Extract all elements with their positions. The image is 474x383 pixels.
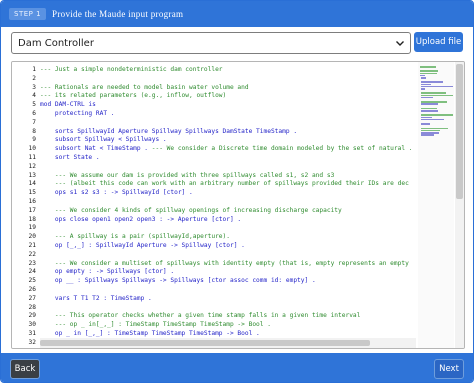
code-line[interactable]: protecting RAT .: [40, 109, 115, 118]
code-line[interactable]: op __ : Spillways Spillways -> Spillways…: [40, 276, 316, 285]
code-line[interactable]: --- We consider a multiset of spillways …: [40, 259, 409, 268]
wizard-panel: STEP 1 Provide the Maude input program D…: [0, 0, 474, 383]
code-line[interactable]: mod DAM-CTRL is: [40, 100, 96, 109]
line-number: 11: [28, 154, 36, 161]
line-number: 24: [28, 268, 36, 276]
line-number: 4: [32, 92, 36, 100]
code-line[interactable]: sorts SpillwayId Aperture Spillway Spill…: [40, 127, 297, 136]
code-area[interactable]: --- Just a simple nondeterministic dam c…: [40, 62, 416, 348]
code-line[interactable]: vars T T1 T2 : TimeStamp .: [40, 294, 152, 303]
code-line[interactable]: op _ in [_,_] : TimeStamp TimeStamp Time…: [40, 329, 260, 338]
line-number: 26: [28, 286, 36, 293]
minimap-line: [420, 66, 437, 68]
code-line[interactable]: op [_,_] : SpillwayId Aperture -> Spillw…: [40, 241, 245, 250]
line-number: 12: [28, 162, 36, 170]
horizontal-scroll-thumb[interactable]: [40, 340, 370, 346]
minimap-line: [421, 118, 445, 121]
horizontal-scrollbar[interactable]: [40, 338, 416, 348]
wizard-footer: Back Next: [1, 353, 473, 382]
line-number: 8: [32, 127, 36, 135]
line-number: 2: [32, 74, 36, 82]
code-line[interactable]: subsort Spillway < Spillways .: [40, 135, 167, 144]
code-line[interactable]: sort State .: [40, 153, 100, 162]
code-line[interactable]: --- We consider 4 kinds of spillway open…: [40, 206, 342, 215]
chevron-down-icon: [396, 41, 404, 46]
next-button[interactable]: Next: [434, 359, 464, 379]
line-number: 20: [28, 233, 36, 241]
line-number: 16: [28, 198, 36, 205]
comment-segment: --- We consider a Discrete time domain m…: [151, 145, 413, 153]
step-title: Provide the Maude input program: [52, 9, 184, 19]
line-number: 17: [28, 206, 36, 214]
line-number: 10: [28, 145, 36, 153]
code-line[interactable]: --- A spillway is a pair (spillwayId,ape…: [40, 232, 230, 241]
line-number: 32: [28, 338, 36, 346]
line-number: 27: [28, 294, 36, 302]
line-number: 22: [28, 250, 36, 258]
line-number: 14: [28, 180, 36, 188]
line-number: 5: [32, 101, 36, 109]
line-number: 18: [28, 215, 36, 223]
line-number: 3: [32, 83, 36, 91]
code-line[interactable]: ops close open1 open2 open3 : -> Apertur…: [40, 215, 241, 224]
line-number-gutter: 1 2 3 4 5 6 7 8 9 10 11 12 13 14 15 16 17 18 19 20 21 22 23 24 2…: [12, 62, 40, 348]
line-number: 6: [32, 110, 36, 117]
code-line[interactable]: --- op _ in[_,_] : TimeStamp TimeStamp T…: [40, 320, 271, 329]
code-line[interactable]: --- Just a simple nondeterministic dam c…: [40, 65, 223, 74]
vertical-scrollbar[interactable]: [455, 62, 464, 348]
program-select[interactable]: Dam Controller: [11, 32, 411, 54]
minimap-line: [421, 88, 426, 90]
line-number: 9: [32, 136, 36, 144]
minimap-line: [421, 103, 438, 105]
line-number: 21: [28, 242, 36, 249]
code-minimap[interactable]: [418, 62, 454, 348]
minimap-line: [421, 77, 427, 79]
minimap-line: [421, 85, 453, 88]
minimap-line: [421, 123, 430, 125]
code-line[interactable]: --- We assume our dam is provided with t…: [40, 171, 334, 180]
code-line[interactable]: ops s1 s2 s3 : -> SpillwayId [ctor] .: [40, 188, 193, 197]
code-line[interactable]: subsort Nat < TimeStamp . --- We conside…: [40, 144, 413, 153]
code-line[interactable]: --- (albeit this code can work with an a…: [40, 179, 409, 188]
code-line[interactable]: --- its related parameters (e.g., inflow…: [40, 91, 226, 100]
minimap-line: [421, 96, 434, 99]
minimap-line: [421, 110, 439, 112]
step-header: STEP 1 Provide the Maude input program: [1, 1, 473, 27]
line-number: 25: [28, 277, 36, 285]
step-badge: STEP 1: [9, 8, 47, 20]
line-number: 23: [28, 259, 36, 267]
code-line[interactable]: --- This operator checks whether a given…: [40, 311, 360, 320]
line-number: 19: [28, 224, 36, 232]
line-number: 31: [28, 330, 36, 337]
program-select-value: Dam Controller: [18, 37, 94, 49]
line-number: 1: [32, 66, 36, 73]
line-number: 28: [28, 303, 36, 311]
line-number: 29: [28, 312, 36, 320]
code-segment: subsort Nat < TimeStamp .: [40, 145, 152, 153]
line-number: 30: [28, 321, 36, 329]
code-line[interactable]: --- Rationals are needed to model basin …: [40, 83, 249, 92]
back-button[interactable]: Back: [10, 359, 40, 379]
upload-file-button[interactable]: Upload file: [414, 32, 463, 52]
code-line[interactable]: op empty : -> Spillways [ctor] .: [40, 267, 174, 276]
line-number: 15: [28, 189, 36, 197]
code-editor[interactable]: 1 2 3 4 5 6 7 8 9 10 11 12 13 14 15 16 17 18 19 20 21 22 23 24 2…: [11, 61, 465, 349]
line-number: 13: [28, 171, 36, 179]
minimap-line: [421, 134, 435, 136]
line-number: 7: [32, 118, 36, 126]
vertical-scroll-thumb[interactable]: [456, 64, 463, 199]
